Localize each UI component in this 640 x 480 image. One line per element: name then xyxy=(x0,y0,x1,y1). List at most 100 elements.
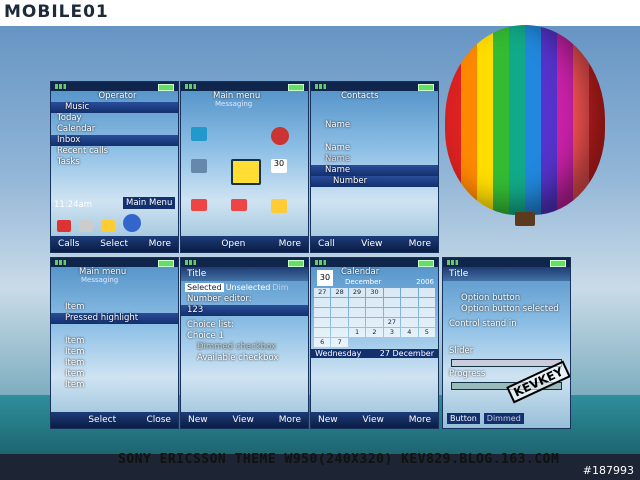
search-icon[interactable] xyxy=(271,199,287,213)
calendar-day-cell[interactable] xyxy=(314,328,331,337)
list-item[interactable]: Item xyxy=(51,358,178,369)
calendar-day-cell[interactable]: 3 xyxy=(383,328,401,337)
calendar-day-cell[interactable] xyxy=(401,288,418,297)
calendar-day-cell[interactable]: 7 xyxy=(331,338,348,347)
demo-button[interactable]: Button xyxy=(447,413,480,424)
calendar-day-cell[interactable]: 5 xyxy=(418,328,435,337)
calendar-day-cell[interactable] xyxy=(366,318,383,327)
calendar-day-cell[interactable]: 6 xyxy=(314,338,331,347)
battery-icon xyxy=(288,260,304,267)
tab-selected[interactable]: Selected xyxy=(185,283,224,292)
calendar-item[interactable]: Calendar xyxy=(51,124,178,135)
contact-name[interactable]: Name xyxy=(311,143,438,154)
softkey-close[interactable]: Close xyxy=(146,415,171,425)
calendar-day-cell[interactable] xyxy=(314,318,331,327)
softkey-more[interactable]: More xyxy=(409,415,431,425)
contact-name[interactable]: Name xyxy=(311,154,438,165)
pressed-highlight-item[interactable]: Pressed highlight xyxy=(51,313,178,324)
calendar-day-cell[interactable]: 4 xyxy=(401,328,418,337)
menu-orb-icon[interactable] xyxy=(123,214,142,232)
calendar-day-cell[interactable] xyxy=(314,308,331,317)
softkey-view[interactable]: View xyxy=(232,415,253,425)
available-checkbox[interactable]: Available checkbox xyxy=(181,353,308,364)
calendar-day-cell[interactable]: 29 xyxy=(348,288,366,297)
calendar-day-cell[interactable] xyxy=(418,308,435,317)
list-item[interactable]: Item xyxy=(51,347,178,358)
calendar-day-cell[interactable] xyxy=(331,298,348,307)
calendar-icon[interactable]: 30 xyxy=(271,159,287,173)
choice-list-select[interactable]: Choice 1 xyxy=(181,331,308,342)
notes-icon[interactable] xyxy=(191,199,207,211)
list-item[interactable]: Item xyxy=(51,336,178,347)
calendar-day-cell[interactable] xyxy=(331,318,348,327)
softkey-more[interactable]: More xyxy=(279,415,301,425)
list-item[interactable]: Item xyxy=(51,302,178,313)
contact-name-selected[interactable]: Name xyxy=(311,165,438,176)
calendar-day-cell[interactable] xyxy=(366,308,383,317)
option-button-selected[interactable]: Option button selected xyxy=(443,304,570,315)
softkey-more[interactable]: More xyxy=(149,239,171,249)
softkey-view[interactable]: View xyxy=(361,239,382,249)
calendar-day-cell[interactable] xyxy=(418,318,435,327)
music-item[interactable]: Music xyxy=(51,102,178,113)
contact-name[interactable]: Name xyxy=(311,120,438,131)
calendar-day-cell[interactable] xyxy=(331,308,348,317)
softkey-calls[interactable]: Calls xyxy=(58,239,80,249)
today-item[interactable]: Today xyxy=(51,113,178,124)
softkey-select[interactable]: Select xyxy=(100,239,128,249)
softkey-select[interactable]: Select xyxy=(88,415,116,425)
recent-calls-item[interactable]: Recent calls xyxy=(51,146,178,157)
envelope-icon[interactable] xyxy=(231,159,261,185)
battery-icon xyxy=(288,84,304,91)
star-icon[interactable] xyxy=(101,220,116,232)
calendar-day-cell[interactable] xyxy=(401,308,418,317)
softkey-new[interactable]: New xyxy=(318,415,338,425)
image-id: #187993 xyxy=(582,464,634,477)
tasks-item[interactable]: Tasks xyxy=(51,157,178,168)
book-icon[interactable] xyxy=(231,199,247,211)
calendar-day-cell[interactable] xyxy=(348,298,366,307)
calendar-day-cell[interactable] xyxy=(383,288,401,297)
choice-list-label: Choice list: xyxy=(187,320,234,330)
signal-icon xyxy=(315,84,329,89)
title-bar: Title xyxy=(181,267,308,281)
contact-number[interactable]: Number xyxy=(311,176,438,187)
list-item[interactable]: Item xyxy=(51,369,178,380)
balloon-icon[interactable] xyxy=(271,127,289,145)
softkey-open[interactable]: Open xyxy=(221,239,245,249)
calendar-day-cell[interactable]: 2 xyxy=(366,328,383,337)
calendar-day-cell[interactable] xyxy=(418,298,435,307)
calendar-day-cell[interactable] xyxy=(401,318,418,327)
calendar-day-cell[interactable] xyxy=(314,298,331,307)
slider-track[interactable] xyxy=(451,359,562,367)
message-icon[interactable] xyxy=(57,220,71,232)
option-button[interactable]: Option button xyxy=(443,293,570,304)
contacts-icon[interactable] xyxy=(79,220,94,232)
calendar-day-cell[interactable] xyxy=(348,308,366,317)
calendar-day-cell[interactable] xyxy=(383,298,401,307)
phone-icon[interactable] xyxy=(191,159,207,173)
calendar-day-cell[interactable]: 1 xyxy=(348,328,366,337)
calendar-day-cell[interactable] xyxy=(348,318,366,327)
softkey-new[interactable]: New xyxy=(188,415,208,425)
tab-dim[interactable]: Dim xyxy=(272,283,288,292)
calendar-day-cell[interactable] xyxy=(331,328,348,337)
tab-unselected[interactable]: Unselected xyxy=(226,283,271,292)
calendar-day-cell[interactable] xyxy=(366,298,383,307)
softkey-more[interactable]: More xyxy=(409,239,431,249)
calendar-day-cell[interactable] xyxy=(383,308,401,317)
calendar-day-cell[interactable]: 28 xyxy=(331,288,348,297)
number-editor-input[interactable]: 123 xyxy=(181,305,308,316)
softkey-call[interactable]: Call xyxy=(318,239,335,249)
softkey-more[interactable]: More xyxy=(279,239,301,249)
calendar-day-cell[interactable]: 27 xyxy=(314,288,331,297)
calendar-day-cell[interactable]: 27 xyxy=(383,318,401,327)
calendar-day-cell[interactable]: 30 xyxy=(366,288,383,297)
softkey-view[interactable]: View xyxy=(362,415,383,425)
inbox-item[interactable]: Inbox xyxy=(51,135,178,146)
calendar-day-cell[interactable] xyxy=(401,298,418,307)
internet-icon[interactable] xyxy=(191,127,207,141)
list-item[interactable]: Item xyxy=(51,380,178,391)
calendar-day-cell[interactable] xyxy=(418,288,435,297)
main-menu-label[interactable]: Main Menu xyxy=(123,197,176,209)
